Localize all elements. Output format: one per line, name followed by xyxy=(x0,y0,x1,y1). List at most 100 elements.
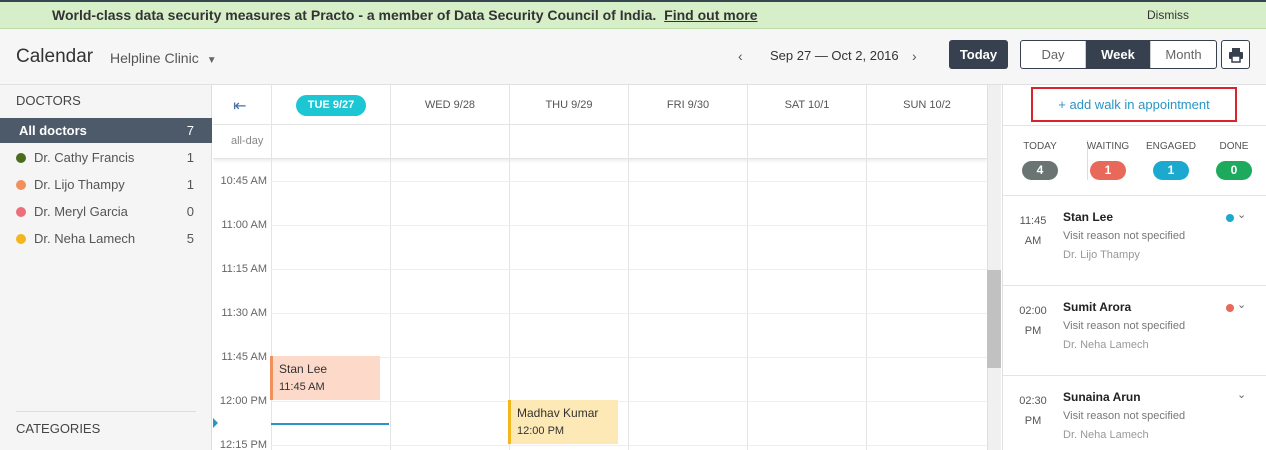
collapse-sidebar-icon[interactable]: ⇤ xyxy=(233,96,246,116)
time-label: 12:00 PM xyxy=(219,395,267,407)
stat-badge: 4 xyxy=(1022,161,1058,180)
sidebar-item-cathy-francis[interactable]: Dr. Cathy Francis 1 xyxy=(0,145,212,170)
stat-label: DONE xyxy=(1219,141,1249,152)
event-time: 12:00 PM xyxy=(517,425,565,437)
doctor-count: 1 xyxy=(186,177,194,192)
sidebar-item-label: All doctors xyxy=(19,123,87,138)
time-gridline xyxy=(271,269,987,270)
stat-label: WAITING xyxy=(1086,141,1130,152)
dismiss-button[interactable]: Dismiss xyxy=(1147,8,1189,22)
sidebar-item-meryl-garcia[interactable]: Dr. Meryl Garcia 0 xyxy=(0,199,212,224)
sidebar-item-label: Dr. Neha Lamech xyxy=(34,231,136,246)
day-header-fri[interactable]: FRI 9/30 xyxy=(628,85,747,125)
day-header-sat[interactable]: SAT 10/1 xyxy=(747,85,866,125)
doctor-count: 5 xyxy=(186,231,194,246)
stat-waiting[interactable]: WAITING 1 xyxy=(1083,141,1133,180)
appointment-doctor: Dr. Neha Lamech xyxy=(1063,339,1149,351)
stat-done[interactable]: DONE 0 xyxy=(1213,141,1255,180)
doctor-color-dot xyxy=(16,180,26,190)
appointment-card[interactable]: 11:45 AM Stan Lee Visit reason not specif… xyxy=(1003,195,1266,285)
day-header-thu[interactable]: THU 9/29 xyxy=(509,85,628,125)
stat-label: TODAY xyxy=(1023,141,1057,152)
doctor-count: 7 xyxy=(186,123,194,138)
doctor-color-dot xyxy=(16,153,26,163)
stat-label: ENGAGED xyxy=(1145,141,1196,152)
appointment-event[interactable]: Stan Lee 11:45 AM xyxy=(270,356,380,400)
view-switcher: Day Week Month xyxy=(1020,40,1217,69)
chevron-down-icon: ▼ xyxy=(206,55,217,66)
banner-text: World-class data security measures at Pr… xyxy=(52,7,657,23)
appointment-card[interactable]: 02:30 PM Sunaina Arun Visit reason not sp… xyxy=(1003,375,1266,450)
doctor-count: 0 xyxy=(186,204,194,219)
stat-badge: 0 xyxy=(1216,161,1252,180)
banner-message: World-class data security measures at Pr… xyxy=(52,7,757,23)
find-out-more-link[interactable]: Find out more xyxy=(664,7,757,23)
time-label: 11:15 AM xyxy=(221,263,267,275)
patient-name: Stan Lee xyxy=(1063,210,1114,224)
time-gridline xyxy=(271,313,987,314)
page-title: Calendar xyxy=(16,46,94,67)
stat-badge: 1 xyxy=(1090,161,1126,180)
appointment-hour: 11:45 xyxy=(1019,215,1047,227)
doctors-heading: DOCTORS xyxy=(16,93,81,108)
sidebar-item-label: Dr. Lijo Thampy xyxy=(34,177,125,192)
doctor-color-dot xyxy=(16,234,26,244)
visit-reason: Visit reason not specified xyxy=(1063,410,1186,422)
stat-engaged[interactable]: ENGAGED 1 xyxy=(1143,141,1199,180)
appointment-ampm: AM xyxy=(1024,235,1042,247)
scrollbar-thumb[interactable] xyxy=(987,270,1001,368)
all-day-row[interactable]: all-day xyxy=(213,125,987,159)
clinic-name: Helpline Clinic xyxy=(110,50,199,66)
today-pill: TUE 9/27 xyxy=(295,95,367,116)
categories-heading: CATEGORIES xyxy=(16,421,101,436)
divider xyxy=(1003,125,1266,126)
sidebar-item-label: Dr. Meryl Garcia xyxy=(34,204,128,219)
day-header-sun[interactable]: SUN 10/2 xyxy=(866,85,987,125)
week-calendar: ⇤ TUE 9/27 WED 9/28 THU 9/29 FRI 9/30 SA… xyxy=(213,85,987,450)
appointment-card[interactable]: 02:00 PM Sumit Arora Visit reason not spe… xyxy=(1003,285,1266,375)
day-header-tue[interactable]: TUE 9/27 xyxy=(271,85,390,125)
clinic-selector[interactable]: Helpline Clinic ▼ xyxy=(110,50,217,66)
view-month-button[interactable]: Month xyxy=(1151,41,1216,68)
chevron-down-icon[interactable]: ⌄ xyxy=(1237,388,1246,401)
stat-today[interactable]: TODAY 4 xyxy=(1019,141,1061,180)
time-label: 12:15 PM xyxy=(219,439,267,450)
chevron-left-icon[interactable]: ‹ xyxy=(738,48,743,64)
time-label: 11:45 AM xyxy=(221,351,267,363)
calendar-scrollbar[interactable] xyxy=(987,85,1001,450)
appointment-doctor: Dr. Lijo Thampy xyxy=(1063,249,1140,261)
doctor-count: 1 xyxy=(186,150,194,165)
appointment-event[interactable]: Madhav Kumar 12:00 PM xyxy=(508,400,618,444)
day-header-wed[interactable]: WED 9/28 xyxy=(390,85,509,125)
print-button[interactable] xyxy=(1221,40,1250,69)
all-day-label: all-day xyxy=(231,135,264,147)
calendar-header: ⇤ TUE 9/27 WED 9/28 THU 9/29 FRI 9/30 SA… xyxy=(213,85,987,125)
time-label: 10:45 AM xyxy=(220,175,267,187)
appointment-doctor: Dr. Neha Lamech xyxy=(1063,429,1149,441)
appointment-hour: 02:30 xyxy=(1019,395,1047,407)
add-walk-in-appointment-button[interactable]: + add walk in appointment xyxy=(1031,87,1237,122)
status-dot xyxy=(1226,304,1234,312)
divider xyxy=(16,411,196,412)
visit-reason: Visit reason not specified xyxy=(1063,320,1186,332)
view-week-button[interactable]: Week xyxy=(1086,41,1151,68)
chevron-down-icon[interactable]: ⌄ xyxy=(1237,298,1246,311)
status-dot xyxy=(1226,214,1234,222)
sidebar-item-all-doctors[interactable]: All doctors 7 xyxy=(0,118,212,143)
doctor-color-dot xyxy=(16,207,26,217)
today-button[interactable]: Today xyxy=(949,40,1008,69)
current-time-marker xyxy=(213,418,218,428)
appointment-ampm: PM xyxy=(1024,325,1042,337)
appointment-hour: 02:00 xyxy=(1019,305,1047,317)
patient-name: Sumit Arora xyxy=(1063,300,1132,314)
appointment-time: 11:45 AM xyxy=(1015,211,1051,251)
view-day-button[interactable]: Day xyxy=(1021,41,1086,68)
date-range: Sep 27 — Oct 2, 2016 xyxy=(770,48,899,63)
chevron-right-icon[interactable]: › xyxy=(912,48,917,64)
visit-reason: Visit reason not specified xyxy=(1063,230,1186,242)
patient-name: Sunaina Arun xyxy=(1063,390,1141,404)
chevron-down-icon[interactable]: ⌄ xyxy=(1237,208,1246,221)
sidebar-item-neha-lamech[interactable]: Dr. Neha Lamech 5 xyxy=(0,226,212,251)
sidebar-item-lijo-thampy[interactable]: Dr. Lijo Thampy 1 xyxy=(0,172,212,197)
printer-icon xyxy=(1229,48,1243,63)
